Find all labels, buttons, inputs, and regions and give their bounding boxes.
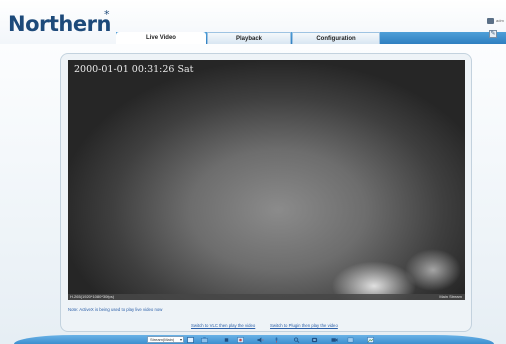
video-toolbar xyxy=(14,335,494,344)
snapshot-icon[interactable] xyxy=(200,336,208,343)
tab-live-video[interactable]: Live Video xyxy=(116,32,206,44)
settings-icon[interactable] xyxy=(346,336,354,343)
logo-star-icon: * xyxy=(104,8,110,21)
chevron-down-icon: ▾ xyxy=(179,337,182,342)
switch-vlc-link[interactable]: Switch to VLC then play the video xyxy=(191,323,255,328)
brand-logo: Northern xyxy=(8,12,111,36)
microphone-icon[interactable] xyxy=(272,336,280,343)
logout-icon[interactable]: ✎ xyxy=(489,30,497,38)
zoom-icon[interactable] xyxy=(292,336,300,343)
switch-plugin-link[interactable]: Switch to Plugin then play the video xyxy=(270,323,338,328)
tab-playback[interactable]: Playback xyxy=(207,32,291,44)
audio-icon[interactable] xyxy=(256,336,264,343)
user-icon[interactable] xyxy=(487,18,494,24)
video-stream-info: Main Stream xyxy=(439,294,462,299)
video-timestamp: 2000-01-01 00:31:26 Sat xyxy=(74,64,194,75)
user-label[interactable]: adm xyxy=(496,18,504,23)
tab-configuration[interactable]: Configuration xyxy=(292,32,380,44)
image-icon[interactable] xyxy=(366,336,374,343)
video-player[interactable]: 2000-01-01 00:31:26 Sat H.265(1920*1080*… xyxy=(68,60,465,300)
ptz-icon[interactable] xyxy=(310,336,318,343)
stream-select-value: Stream(Main) xyxy=(150,337,175,342)
activex-note: Note: ActiveX is being used to play live… xyxy=(68,307,163,312)
stop-icon[interactable] xyxy=(222,336,230,343)
video-status-bar: H.265(1920*1080*30fps) Main Stream xyxy=(68,294,465,300)
stream-select[interactable]: Stream(Main) ▾ xyxy=(147,336,184,343)
fullscreen-icon[interactable] xyxy=(186,336,194,343)
camera-icon[interactable] xyxy=(330,336,338,343)
video-codec-info: H.265(1920*1080*30fps) xyxy=(70,294,115,299)
record-icon[interactable] xyxy=(236,336,244,343)
